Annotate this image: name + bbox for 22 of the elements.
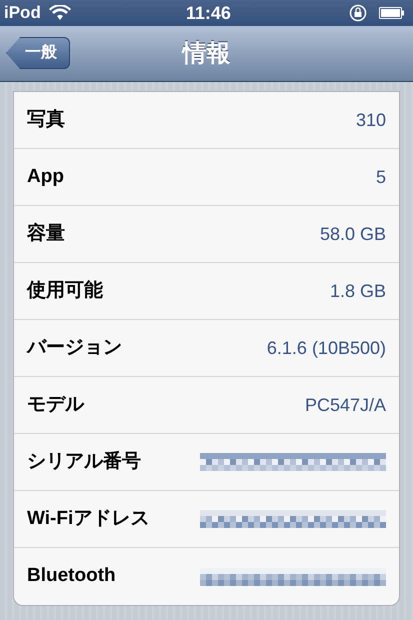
row-label: モデル: [27, 392, 84, 417]
row-value: 6.1.6 (10B500): [266, 336, 386, 360]
row-label: バージョン: [27, 336, 122, 360]
row-label: シリアル番号: [27, 450, 141, 474]
row-label: 使用可能: [27, 278, 103, 303]
rotation-lock-icon: [349, 4, 367, 22]
row-label: 写真: [27, 108, 65, 132]
row-label: Bluetooth: [27, 564, 116, 588]
row-label: 容量: [27, 222, 65, 246]
row-label: App: [27, 164, 64, 189]
carrier-name: iPod: [4, 2, 41, 24]
row-value: 5: [376, 166, 386, 188]
status-time: 11:46: [186, 2, 231, 24]
back-button[interactable]: 一般: [6, 37, 70, 69]
row-value: 1.8 GB: [330, 280, 386, 302]
row-value: 58.0 GB: [320, 222, 386, 246]
wifi-icon: [48, 5, 71, 21]
row-value: 310: [356, 108, 386, 132]
screen-title: 情報: [182, 38, 230, 68]
row-label: Wi-Fiアドレス: [27, 506, 150, 531]
battery-icon: [379, 7, 405, 19]
row-value: PC547J/A: [304, 394, 386, 416]
